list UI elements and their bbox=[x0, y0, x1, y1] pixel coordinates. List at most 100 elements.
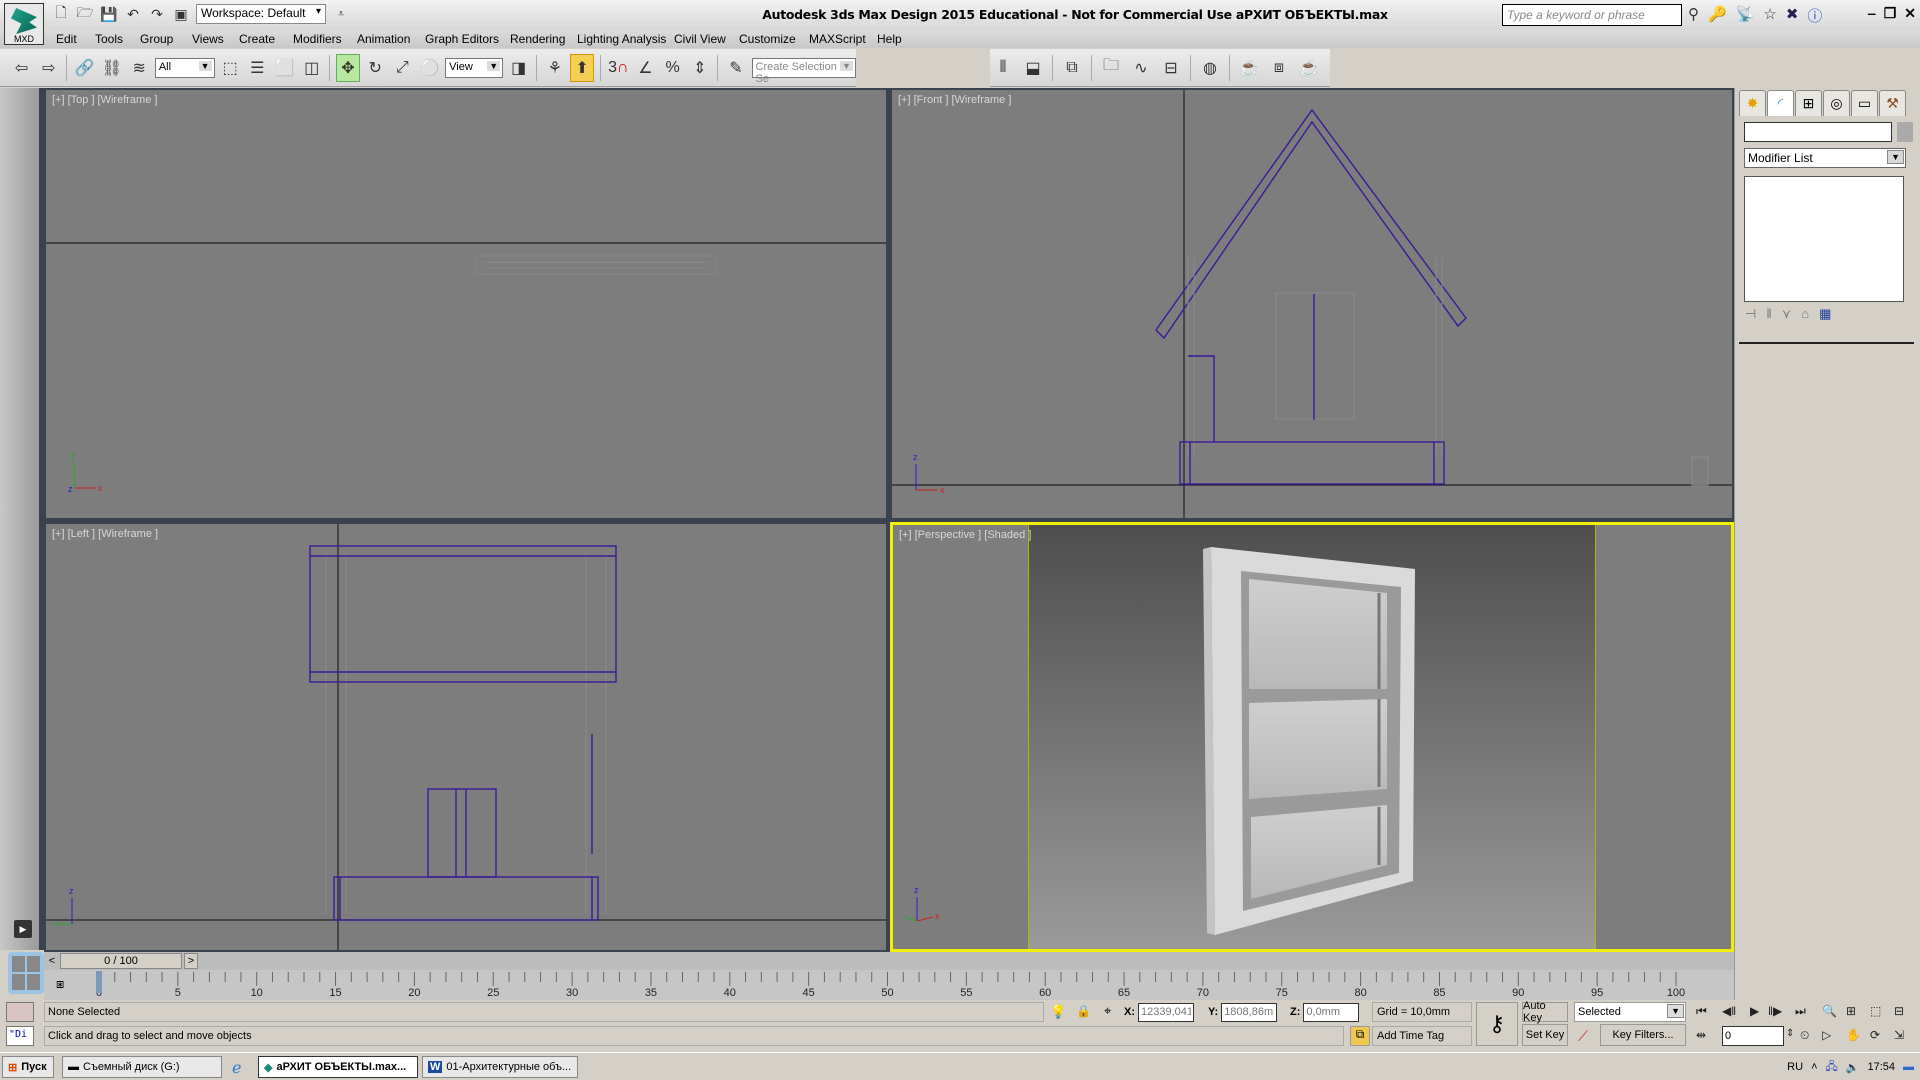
go-to-end-icon[interactable]: ⏭ bbox=[1795, 1004, 1806, 1019]
rectangular-selection-region-icon[interactable]: ⬜ bbox=[273, 54, 296, 82]
time-configuration-icon[interactable]: ⏲ bbox=[1800, 1028, 1809, 1043]
selection-lock-icon[interactable]: 🔒 bbox=[1076, 1004, 1091, 1018]
reference-coordinate-dropdown[interactable]: View bbox=[445, 57, 504, 78]
show-hidden-icons-icon[interactable]: ˄ bbox=[1811, 1061, 1817, 1073]
menu-group[interactable]: Group bbox=[140, 32, 173, 46]
network-icon[interactable]: 🖧 bbox=[1826, 1058, 1838, 1077]
select-by-name-icon[interactable]: ☰ bbox=[246, 54, 269, 82]
utilities-tab-icon[interactable]: ⚒ bbox=[1879, 90, 1906, 116]
pin-stack-icon[interactable]: ⊣ bbox=[1745, 306, 1756, 322]
render-production-icon[interactable]: ☕ bbox=[1296, 54, 1322, 82]
keyboard-shortcut-override-icon[interactable]: ⬆ bbox=[570, 53, 594, 82]
binoculars-icon[interactable]: ⚲ bbox=[1688, 5, 1699, 26]
viewport-top[interactable]: [+] [Top ] [Wireframe ] y x z bbox=[46, 90, 886, 518]
track-bar[interactable]: 0510152025303540455055606570758085909510… bbox=[44, 970, 1734, 1000]
zoom-extents-icon[interactable]: ⬚ bbox=[1870, 1004, 1881, 1018]
layer-explorer-icon[interactable]: ⧉ bbox=[1059, 54, 1085, 82]
edit-named-selection-icon[interactable]: ✎ bbox=[724, 54, 747, 82]
close-icon[interactable]: ✕ bbox=[1904, 5, 1916, 22]
pan-view-icon[interactable]: ✋ bbox=[1846, 1028, 1861, 1042]
time-slider-prev[interactable]: < bbox=[46, 953, 58, 969]
angle-snap-icon[interactable]: ∠ bbox=[634, 54, 657, 82]
next-frame-icon[interactable]: ‖▶ bbox=[1768, 1004, 1782, 1018]
time-slider-next[interactable]: > bbox=[184, 953, 198, 969]
menu-animation[interactable]: Animation bbox=[357, 32, 410, 46]
menu-tools[interactable]: Tools bbox=[95, 32, 123, 46]
select-object-icon[interactable]: ⬚ bbox=[219, 54, 242, 82]
time-slider[interactable]: < 0 / 100 > bbox=[44, 952, 1734, 970]
create-tab-icon[interactable]: ✸ bbox=[1739, 90, 1766, 116]
key-mode-toggle-icon[interactable]: ⇹ bbox=[1696, 1028, 1706, 1042]
pivot-center-icon[interactable]: ◨ bbox=[507, 54, 530, 82]
frame-spinner-icon[interactable]: ⇕ bbox=[1786, 1028, 1794, 1039]
configure-modifier-sets-icon[interactable]: ▦ bbox=[1819, 306, 1831, 322]
remove-modifier-icon[interactable]: ⌂ bbox=[1801, 306, 1809, 322]
key-filters-button[interactable]: Key Filters... bbox=[1600, 1024, 1686, 1046]
redo-icon[interactable]: ⇨ bbox=[37, 54, 60, 82]
z-coordinate-input[interactable] bbox=[1303, 1002, 1360, 1022]
play-icon[interactable]: ▶ bbox=[1750, 1004, 1759, 1018]
select-and-scale-icon[interactable]: ⤢ bbox=[391, 54, 414, 82]
menu-maxscript[interactable]: MAXScript bbox=[809, 32, 866, 46]
viewport-left[interactable]: [+] [Left ] [Wireframe ] z bbox=[46, 524, 886, 950]
show-desktop-icon[interactable]: ▬ bbox=[1903, 1061, 1914, 1073]
object-name-field[interactable] bbox=[1744, 122, 1892, 142]
x-coordinate-input[interactable] bbox=[1138, 1002, 1194, 1022]
percent-snap-icon[interactable]: % bbox=[661, 54, 684, 82]
set-key-button[interactable]: Set Key bbox=[1522, 1024, 1568, 1046]
menu-rendering[interactable]: Rendering bbox=[510, 32, 565, 46]
help-icon[interactable]: ⓘ bbox=[1807, 5, 1822, 26]
selection-filter-dropdown[interactable]: All bbox=[154, 57, 215, 78]
viewport-label-perspective[interactable]: [+] [Perspective ] [Shaded ] bbox=[899, 529, 1031, 541]
zoom-extents-all-icon[interactable]: ⊟ bbox=[1894, 1004, 1904, 1018]
start-button[interactable]: ⊞ Пуск bbox=[2, 1056, 54, 1078]
manipulate-icon[interactable]: ⚘ bbox=[543, 54, 566, 82]
auto-key-button[interactable]: Auto Key bbox=[1522, 1000, 1568, 1024]
isolate-selection-icon[interactable]: 💡 bbox=[1050, 1004, 1066, 1020]
menu-views[interactable]: Views bbox=[192, 32, 224, 46]
menu-graph-editors[interactable]: Graph Editors bbox=[425, 32, 499, 46]
restore-icon[interactable]: ❐ bbox=[1884, 5, 1897, 22]
maxscript-mini-listener[interactable]: "Di bbox=[6, 1026, 34, 1046]
volume-icon[interactable]: 🔈 bbox=[1846, 1061, 1860, 1074]
favorites-star-icon[interactable]: ☆ bbox=[1763, 5, 1776, 26]
open-mini-curve-editor-icon[interactable]: ⧆ bbox=[56, 976, 64, 992]
language-indicator[interactable]: RU bbox=[1787, 1061, 1803, 1073]
communication-center-icon[interactable]: 📡 bbox=[1736, 5, 1755, 26]
schematic-view-icon[interactable]: ⊟ bbox=[1158, 54, 1184, 82]
modify-tab-icon[interactable]: ◜ bbox=[1767, 90, 1794, 116]
key-mode-dropdown[interactable]: Selected ▼ bbox=[1574, 1002, 1686, 1022]
display-tab-icon[interactable]: ▭ bbox=[1851, 90, 1878, 116]
bind-to-space-warp-icon[interactable]: ≋ bbox=[128, 54, 151, 82]
viewport-label-front[interactable]: [+] [Front ] [Wireframe ] bbox=[898, 94, 1011, 106]
previous-frame-icon[interactable]: ◀‖ bbox=[1722, 1004, 1736, 1018]
curve-editor-icon[interactable]: ∿ bbox=[1128, 54, 1154, 82]
mirror-icon[interactable]: ⫴ bbox=[990, 54, 1016, 82]
current-frame-input[interactable] bbox=[1722, 1026, 1784, 1046]
menu-edit[interactable]: Edit bbox=[56, 32, 77, 46]
absolute-mode-transform-icon[interactable]: ⌖ bbox=[1104, 1003, 1111, 1019]
scene-explorer-icon[interactable]: 🗀 bbox=[1098, 54, 1124, 82]
viewport-label-left[interactable]: [+] [Left ] [Wireframe ] bbox=[52, 528, 158, 540]
select-and-rotate-icon[interactable]: ↻ bbox=[364, 54, 387, 82]
viewport-perspective[interactable]: [+] [Perspective ] [Shaded ] z x bbox=[890, 522, 1734, 952]
add-time-tag-icon[interactable]: ⧉ bbox=[1350, 1026, 1370, 1046]
viewport-front[interactable]: [+] [Front ] [Wireframe ] z x bbox=[892, 90, 1732, 518]
viewport-layouts-button[interactable] bbox=[8, 952, 44, 994]
exchange-icon[interactable]: ✖ bbox=[1786, 5, 1799, 26]
hierarchy-tab-icon[interactable]: ⊞ bbox=[1795, 90, 1822, 116]
maxscript-mini-listener-swatch[interactable] bbox=[6, 1002, 34, 1022]
internet-explorer-icon[interactable]: ℯ bbox=[232, 1058, 241, 1078]
zoom-all-icon[interactable]: ⊞ bbox=[1846, 1004, 1856, 1018]
set-keys-key-icon[interactable]: ⚷ bbox=[1476, 1002, 1518, 1046]
menu-civil-view[interactable]: Civil View bbox=[674, 32, 726, 46]
rendered-frame-window-icon[interactable]: ⧈ bbox=[1266, 54, 1292, 82]
menu-customize[interactable]: Customize bbox=[739, 32, 796, 46]
window-crossing-icon[interactable]: ◫ bbox=[300, 54, 323, 82]
show-end-result-icon[interactable]: ‖ bbox=[1766, 306, 1771, 322]
menu-lighting-analysis[interactable]: Lighting Analysis bbox=[577, 32, 666, 46]
menu-help[interactable]: Help bbox=[877, 32, 902, 46]
align-icon[interactable]: ⬓ bbox=[1020, 54, 1046, 82]
zoom-icon[interactable]: 🔍 bbox=[1822, 1004, 1837, 1018]
info-center-search[interactable]: Type a keyword or phrase bbox=[1502, 4, 1682, 26]
